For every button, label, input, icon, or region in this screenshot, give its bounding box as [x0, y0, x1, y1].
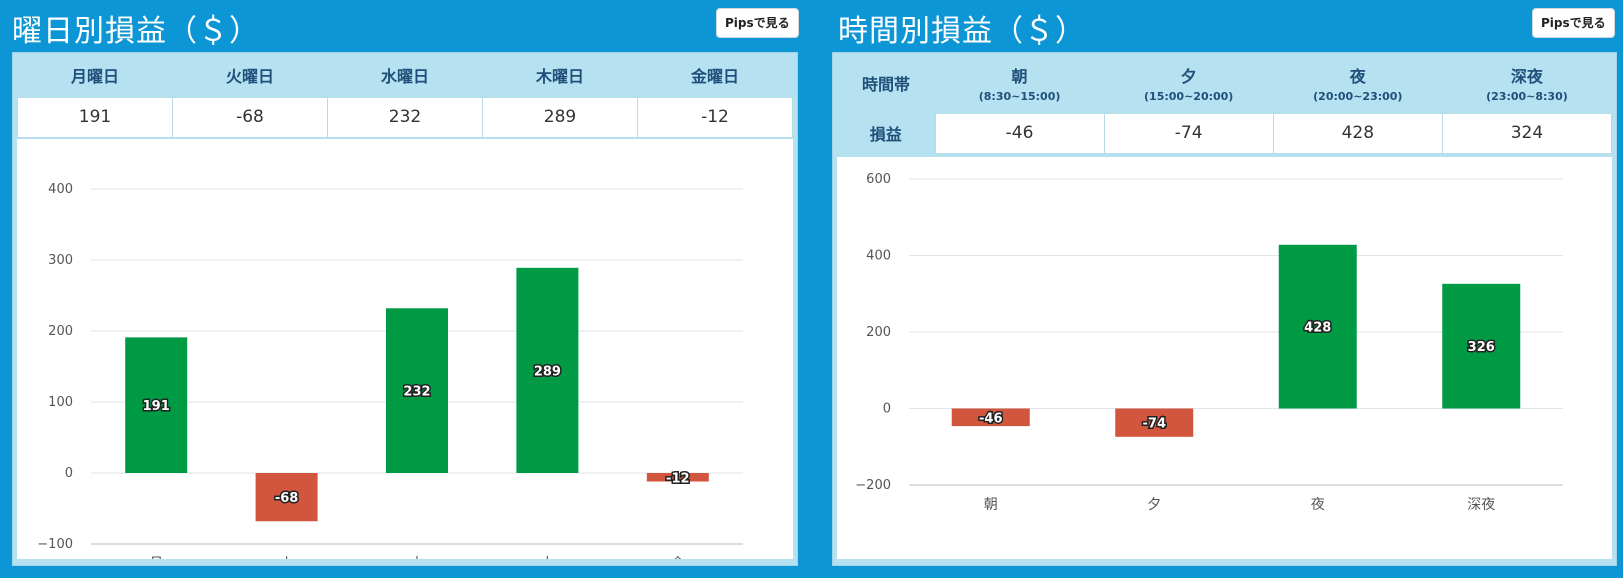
weekday-y-tick-label: 400 [48, 182, 73, 197]
weekday-title: 曜日別損益（＄） [12, 14, 260, 49]
weekday-bar-label: 191 [143, 399, 170, 414]
hourly-header-latenight-range: (23:00~8:30) [1486, 89, 1568, 103]
weekday-chart: 400 300 200 100 0 −100 191 月 -68 火 232 水 289 木 -12 金 [37, 182, 743, 559]
hourly-header-evening-name: 夕 [1180, 66, 1197, 86]
hourly-category-label: 朝 [984, 497, 998, 513]
weekday-card: 月曜日 火曜日 水曜日 木曜日 金曜日 191 -68 232 289 -12 … [12, 52, 798, 566]
hourly-y-tick-label: 200 [866, 325, 891, 340]
weekday-panel: 曜日別損益（＄） Pipsで見る 月曜日 火曜日 水曜日 木曜日 金曜日 191… [0, 0, 810, 578]
hourly-title: 時間別損益（＄） [838, 14, 1086, 49]
weekday-header-mon: 月曜日 [17, 53, 173, 97]
weekday-bar-label: 232 [403, 385, 430, 400]
hourly-value-night: 428 [1272, 112, 1443, 154]
weekday-category-label: 月 [149, 556, 163, 559]
weekday-y-tick-label: 0 [65, 466, 73, 481]
weekday-value-mon: 191 [17, 96, 173, 138]
weekday-y-tick-label: 100 [48, 395, 73, 410]
hourly-category-label: 深夜 [1467, 497, 1495, 513]
hourly-y-tick-label: −200 [855, 478, 891, 493]
hourly-corner-label: 時間帯 [837, 53, 935, 113]
hourly-header-morning-name: 朝 [1011, 66, 1028, 86]
hourly-category-label: 夕 [1147, 497, 1161, 513]
weekday-header-fri: 金曜日 [637, 53, 793, 97]
hourly-header-evening-range: (15:00~20:00) [1144, 89, 1234, 103]
hourly-value-latenight: 324 [1441, 112, 1613, 154]
weekday-table: 月曜日 火曜日 水曜日 木曜日 金曜日 191 -68 232 289 -12 [17, 53, 793, 138]
weekday-header-wed: 水曜日 [327, 53, 483, 97]
weekday-value-tue: -68 [172, 96, 328, 138]
hourly-chart-area: 600 400 200 0 −200 -46 朝 -74 夕 428 夜 326 深夜 [837, 157, 1612, 559]
hourly-bar-label: 428 [1304, 321, 1331, 336]
hourly-header-night: 夜 (20:00~23:00) [1273, 53, 1443, 113]
weekday-chart-area: 400 300 200 100 0 −100 191 月 -68 火 232 水 289 木 -12 金 [17, 139, 793, 559]
hourly-header-night-range: (20:00~23:00) [1313, 89, 1403, 103]
hourly-bar-label: -46 [979, 411, 1003, 426]
hourly-panel: 時間別損益（＄） Pipsで見る 時間帯 朝 (8:30~15:00) 夕 (1… [826, 0, 1623, 578]
hourly-header-morning: 朝 (8:30~15:00) [935, 53, 1105, 113]
hourly-row-label: 損益 [837, 113, 935, 153]
hourly-y-tick-label: 400 [866, 249, 891, 264]
weekday-pips-button[interactable]: Pipsで見る [716, 8, 799, 38]
hourly-pips-button[interactable]: Pipsで見る [1532, 8, 1615, 38]
hourly-value-evening: -74 [1103, 112, 1274, 154]
hourly-card: 時間帯 朝 (8:30~15:00) 夕 (15:00~20:00) 夜 (20… [832, 52, 1617, 566]
hourly-chart: 600 400 200 0 −200 -46 朝 -74 夕 428 夜 326 深夜 [855, 172, 1563, 513]
weekday-header-tue: 火曜日 [172, 53, 328, 97]
weekday-value-thu: 289 [482, 96, 638, 138]
hourly-y-tick-label: 600 [866, 172, 891, 187]
weekday-bar-label: 289 [534, 364, 561, 379]
weekday-value-wed: 232 [327, 96, 483, 138]
hourly-header-night-name: 夜 [1349, 66, 1366, 86]
hourly-value-morning: -46 [934, 112, 1105, 154]
weekday-category-label: 火 [280, 556, 294, 559]
weekday-category-label: 木 [540, 556, 554, 559]
weekday-category-label: 金 [671, 556, 685, 559]
hourly-bar-label: 326 [1468, 340, 1495, 355]
hourly-table: 時間帯 朝 (8:30~15:00) 夕 (15:00~20:00) 夜 (20… [837, 53, 1613, 154]
weekday-y-tick-label: 300 [48, 253, 73, 268]
hourly-bar-label: -74 [1143, 417, 1167, 432]
hourly-category-label: 夜 [1311, 497, 1325, 513]
weekday-value-fri: -12 [637, 96, 793, 138]
weekday-category-label: 水 [410, 556, 424, 559]
hourly-header-evening: 夕 (15:00~20:00) [1104, 53, 1274, 113]
hourly-header-latenight-name: 深夜 [1510, 66, 1543, 86]
weekday-y-tick-label: 200 [48, 324, 73, 339]
weekday-header-thu: 木曜日 [482, 53, 638, 97]
weekday-bar-label: -68 [275, 491, 299, 506]
hourly-header-morning-range: (8:30~15:00) [978, 89, 1061, 103]
hourly-y-tick-label: 0 [883, 402, 891, 417]
hourly-header-latenight: 深夜 (23:00~8:30) [1442, 53, 1612, 113]
weekday-y-tick-label: −100 [37, 537, 73, 552]
weekday-bar-label: -12 [666, 471, 690, 486]
